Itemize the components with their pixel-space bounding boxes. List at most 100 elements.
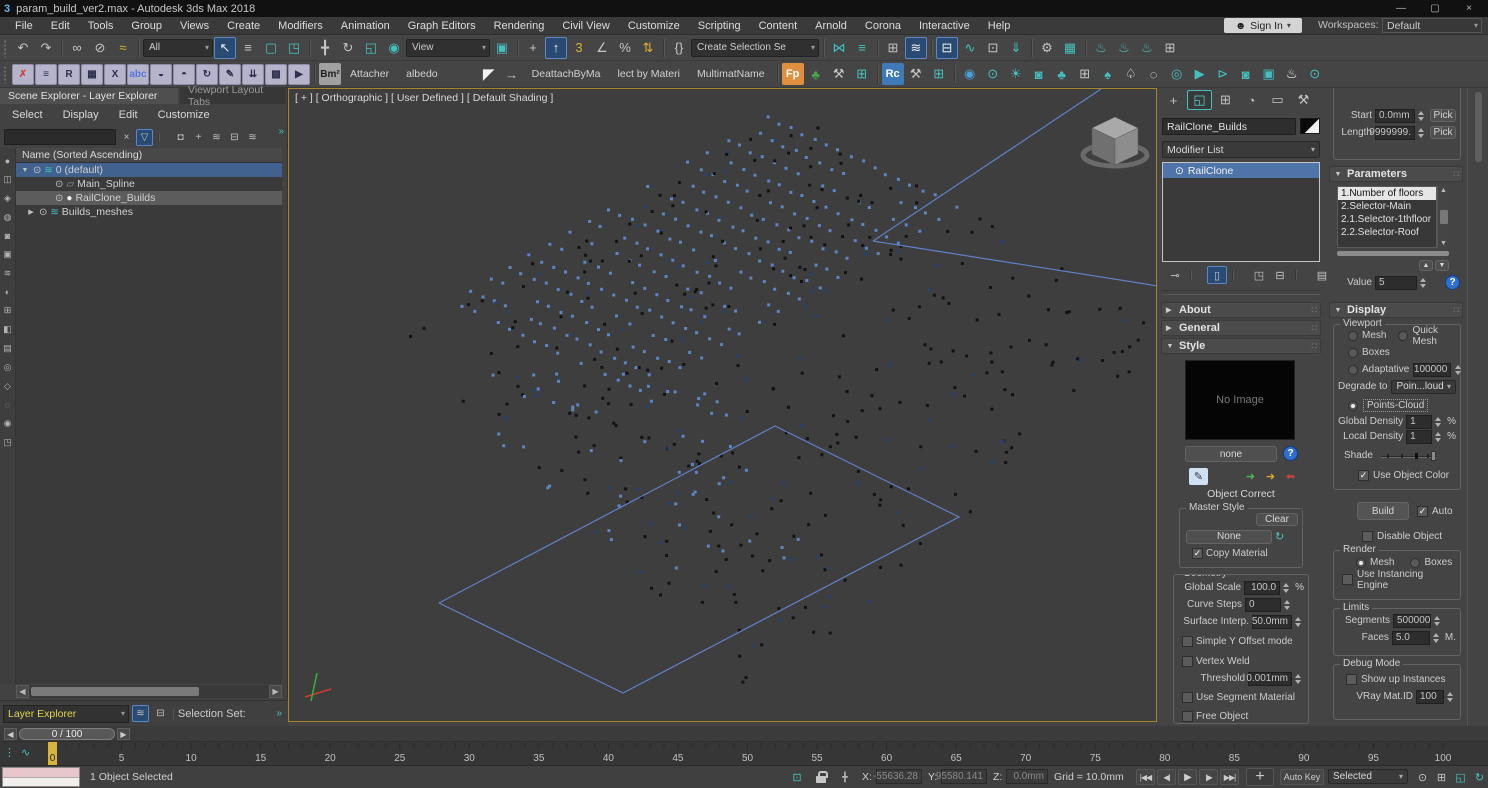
- filter-materials-icon[interactable]: ◧: [3, 324, 12, 335]
- menu-item[interactable]: Graph Editors: [399, 19, 485, 33]
- visibility-eye-icon[interactable]: ⊙: [55, 179, 63, 190]
- white-cursor-icon[interactable]: ◤: [478, 63, 500, 85]
- parameters-list[interactable]: 1.Number of floors2.Selector-Main2.1.Sel…: [1337, 186, 1437, 248]
- play-button[interactable]: ▶: [1178, 769, 1197, 785]
- explorer-menu-item[interactable]: Select: [2, 109, 53, 121]
- vertex-weld-checkbox[interactable]: [1182, 656, 1193, 667]
- menu-item[interactable]: Corona: [856, 19, 910, 33]
- simple-y-offset-checkbox[interactable]: [1182, 636, 1193, 647]
- tree-row-0-default[interactable]: ▼ ⊙ ≋ 0 (default): [16, 163, 282, 177]
- auto-key-button[interactable]: Auto Key: [1280, 769, 1324, 785]
- tree-row-builds-meshes[interactable]: ▶ ⊙ ≋ Builds_meshes: [16, 205, 282, 219]
- align-icon[interactable]: ≡: [851, 37, 873, 59]
- refresh-master-style-icon[interactable]: ↻: [1275, 530, 1284, 543]
- spinner-snap-icon[interactable]: ⇅: [637, 37, 659, 59]
- drop-to-surface-button[interactable]: ⇊: [242, 64, 264, 85]
- bm2-button[interactable]: Bm²: [319, 63, 341, 85]
- select-by-material-button[interactable]: lect by Materi: [610, 63, 688, 85]
- select-and-move-icon[interactable]: ╋: [314, 37, 336, 59]
- set-key-button[interactable]: +: [1246, 768, 1274, 786]
- rollout-general[interactable]: General: [1161, 320, 1321, 336]
- render-production-icon[interactable]: ♨: [1090, 37, 1112, 59]
- vray-sphere-icon[interactable]: ◉: [959, 63, 981, 85]
- zoom-all-icon[interactable]: ⊞: [1433, 769, 1450, 785]
- edit-style-icon[interactable]: ✎: [1189, 468, 1208, 485]
- explorer-menu-item[interactable]: Display: [53, 109, 109, 121]
- zoom-extents-icon[interactable]: ◱: [1452, 769, 1469, 785]
- viewport[interactable]: [ + ] [ Orthographic ] [ User Defined ] …: [288, 88, 1157, 722]
- coordinate-mode-icon[interactable]: ╋: [836, 769, 854, 785]
- zoom-icon[interactable]: ⊙: [1414, 769, 1431, 785]
- rendered-frame-icon[interactable]: ▦: [1059, 37, 1081, 59]
- select-and-manipulate-icon[interactable]: +: [522, 37, 544, 59]
- filter-frozen-icon[interactable]: ◇: [4, 381, 11, 392]
- menu-item[interactable]: Edit: [42, 19, 79, 33]
- pivot-surface-icon[interactable]: ◉: [383, 37, 405, 59]
- render-boxes-radio[interactable]: [1410, 558, 1420, 568]
- overflow-chevrons-icon[interactable]: »: [278, 126, 284, 137]
- x-coordinate-field[interactable]: -55636.28: [876, 769, 922, 784]
- undo-icon[interactable]: ↶: [12, 37, 34, 59]
- filter-helpers-icon[interactable]: ▣: [3, 249, 12, 260]
- sort-list-button[interactable]: ≡: [35, 64, 57, 85]
- tab-scene-explorer[interactable]: Scene Explorer - Layer Explorer: [0, 88, 178, 104]
- scroll-left-icon[interactable]: ◀: [16, 685, 29, 698]
- explorer-menu-item[interactable]: Edit: [109, 109, 148, 121]
- start-spinner[interactable]: [1418, 111, 1427, 121]
- filter-spacewarps-icon[interactable]: ≋: [4, 268, 12, 279]
- modifier-stack[interactable]: ⊙ RailClone: [1162, 162, 1320, 262]
- modifier-list-dropdown[interactable]: Modifier List: [1162, 141, 1320, 158]
- toolbar-icon[interactable]: [514, 36, 521, 60]
- viewport-label[interactable]: [ + ] [ Orthographic ] [ User Defined ] …: [295, 92, 553, 104]
- panel-scrollbar[interactable]: [1475, 92, 1482, 162]
- orbit-icon[interactable]: ↻: [1471, 769, 1488, 785]
- auto-build-checkbox[interactable]: [1417, 506, 1428, 517]
- menu-item[interactable]: Rendering: [485, 19, 554, 33]
- tab-viewport-layout[interactable]: Viewport Layout Tabs: [180, 88, 286, 104]
- param-selector-roof[interactable]: 2.2.Selector-Roof: [1338, 226, 1436, 239]
- toolbar-icon[interactable]: [928, 36, 935, 60]
- forest-list-icon[interactable]: ⊞: [851, 63, 873, 85]
- filter-cameras-icon[interactable]: ◙: [5, 231, 10, 241]
- maxscript-mini-listener[interactable]: [2, 767, 80, 787]
- rollout-about[interactable]: About: [1161, 302, 1321, 318]
- stack-bulb-icon[interactable]: ⊙: [1175, 165, 1184, 177]
- play-region-icon[interactable]: ▶: [1189, 63, 1211, 85]
- parameter-value-spinner[interactable]: [1420, 278, 1429, 288]
- teapot-outline-icon[interactable]: ♨: [1281, 63, 1303, 85]
- railclone-list-icon[interactable]: ⊞: [928, 63, 950, 85]
- render-online-icon[interactable]: ♨: [1136, 37, 1158, 59]
- multimat-name-button[interactable]: MultimatName: [689, 63, 773, 85]
- segments-spinner[interactable]: [1434, 616, 1443, 626]
- menu-item[interactable]: Views: [171, 19, 218, 33]
- global-density-field[interactable]: 1: [1406, 415, 1432, 429]
- asset-list-icon[interactable]: ⊞: [1074, 63, 1096, 85]
- forest-pack-button[interactable]: Fp: [782, 63, 804, 85]
- paint-objects-button[interactable]: ✎: [219, 64, 241, 85]
- create-selection-set-dropdown[interactable]: Create Selection Se: [691, 39, 819, 57]
- filter-lights-icon[interactable]: ◍: [4, 212, 12, 223]
- forest-tools-icon[interactable]: ⚒: [828, 63, 850, 85]
- select-object-icon[interactable]: ↖: [214, 37, 236, 59]
- close-button[interactable]: ×: [1454, 0, 1484, 17]
- copy-material-checkbox[interactable]: [1192, 548, 1203, 559]
- ribbon-toggle-icon[interactable]: ⊟: [936, 37, 958, 59]
- camera-add-icon[interactable]: ◙: [1235, 63, 1257, 85]
- prs-delete-button[interactable]: ✗: [12, 64, 34, 85]
- prs-play-button[interactable]: ▶: [288, 64, 310, 85]
- selection-lock-icon[interactable]: [812, 769, 830, 785]
- surface-interp-spinner[interactable]: [1295, 617, 1304, 627]
- toolbar-handle[interactable]: [4, 64, 9, 84]
- filter-children-icon[interactable]: ◳: [3, 437, 12, 448]
- xyz-balls-button[interactable]: X: [104, 64, 126, 85]
- curve-steps-field[interactable]: 0: [1245, 598, 1281, 612]
- visibility-eye-icon[interactable]: ⊙: [55, 193, 63, 204]
- play-frame-icon[interactable]: ⊳: [1212, 63, 1234, 85]
- vray-matid-field[interactable]: 100: [1416, 690, 1444, 704]
- menu-item[interactable]: Modifiers: [269, 19, 332, 33]
- material-editor-icon[interactable]: ⇓: [1005, 37, 1027, 59]
- param-selector-main[interactable]: 2.Selector-Main: [1338, 200, 1436, 213]
- parameters-h-scrollbar[interactable]: [1337, 251, 1449, 256]
- percent-snap-icon[interactable]: %: [614, 37, 636, 59]
- hierarchy-mode-icon[interactable]: ⊟: [152, 705, 169, 722]
